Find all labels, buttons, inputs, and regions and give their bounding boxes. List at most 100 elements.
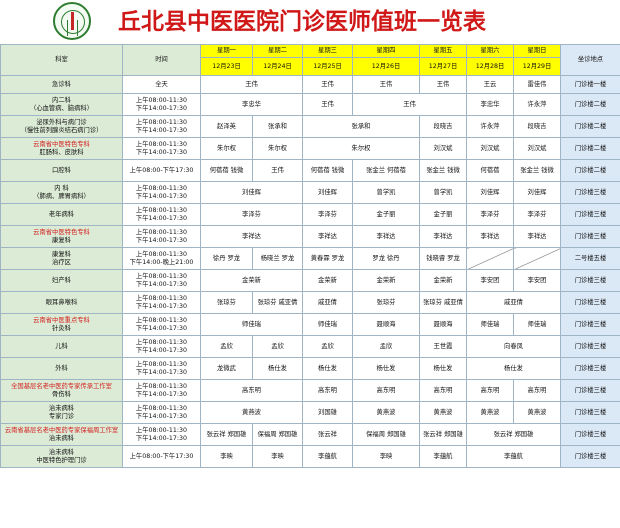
dept-line: 内 科: [54, 184, 69, 192]
dept-cell: 儿科: [0, 335, 123, 358]
location-cell: 门诊楼三楼: [560, 181, 620, 204]
doctor-cell: 何蓓蓓 钱微: [302, 159, 353, 182]
time-line: 下午14:00-17:30: [135, 346, 188, 354]
time-line: 下午14:00-17:30: [135, 302, 188, 310]
doctor-cell: 李泽芬: [200, 203, 303, 226]
doctor-cell: 黄燕波: [419, 401, 467, 424]
time-line: 下午14:00-17:30: [135, 148, 188, 156]
dept-line: 妇产科: [52, 276, 71, 284]
time-line: 上午08:00-11:30: [135, 140, 188, 148]
doctor-cell: 刘汉斌: [419, 137, 467, 160]
header-dept: 科室: [0, 44, 123, 76]
empty-slot: [466, 247, 514, 270]
doctor-cell: 刘佳辉: [513, 181, 561, 204]
dept-line: 急诊科: [52, 80, 71, 88]
time-line: 下午14:00-17:30: [135, 280, 188, 288]
dept-cell: 内 科（肺病、脾胃病科）: [0, 181, 123, 204]
dept-line: 泌尿外科与病门诊: [36, 118, 87, 126]
time-line: 上午08:00-11:30: [135, 316, 188, 324]
doctor-cell: 杨仕发: [252, 357, 303, 380]
time-cell: 上午08:00-11:30 下午14:00-17:30: [122, 313, 201, 336]
time-line: 上午08:00-11:30: [135, 360, 188, 368]
doctor-cell: 杨仕发: [466, 357, 561, 380]
dept-line: 治疗区: [52, 258, 71, 266]
doctor-cell: 张承和: [252, 115, 303, 138]
time-line: 上午08:00-11:30: [135, 294, 188, 302]
schedule-row: 治未病科 专家门诊 上午08:00-11:30 下午14:00-17:30 黄燕波 刘国雄…: [0, 401, 620, 424]
doctor-cell: 朱尔权: [200, 137, 253, 160]
dept-cell: 泌尿外科与病门诊 （慢性前列腺炎结石病门诊）: [0, 115, 123, 138]
doctor-cell: 王世霞: [419, 335, 467, 358]
time-line: 下午14:00-17:30: [135, 104, 188, 112]
time-line: 上午08:00-11:30: [135, 338, 188, 346]
location-cell: 门诊楼三楼: [560, 225, 620, 248]
page-title: 丘北县中医医院门诊医师值班一览表: [118, 8, 486, 35]
time-line: 上午08:00-11:30: [135, 382, 188, 390]
doctor-cell: 王伟: [352, 93, 467, 116]
time-cell: 上午08:00-11:30 下午14:00-17:30: [122, 335, 201, 358]
doctor-cell: 王伟: [252, 159, 303, 182]
schedule-row: 急诊科 全天 王伟 王伟 王伟 王伟 王云 雷佳伟 门诊楼一楼: [0, 75, 620, 94]
time-cell: 上午08:00-下午17:30: [122, 445, 201, 468]
schedule-row: 外科 上午08:00-11:30 下午14:00-17:30 龙微武 杨仕发 杨仕发 杨仕发…: [0, 357, 620, 380]
location-cell: 门诊楼三楼: [560, 313, 620, 336]
doctor-cell: 聂顺海: [352, 313, 420, 336]
time-cell: 上午08:00-11:30 下午14:00-17:30: [122, 137, 201, 160]
time-line: 上午08:00-11:30: [135, 404, 188, 412]
doctor-cell: 李祥达: [352, 225, 420, 248]
doctor-cell: 孟欣: [352, 335, 420, 358]
doctor-cell: 李安团: [513, 269, 561, 292]
dept-line: 云南省中医重点专科: [33, 316, 90, 324]
dept-line: 专家门诊: [48, 412, 75, 420]
dept-line: 骨伤科: [52, 390, 71, 398]
header-weekday: 星期日: [513, 44, 561, 58]
doctor-cell: 李泽芬: [302, 203, 353, 226]
time-line: 下午14:00-17:30: [135, 434, 188, 442]
doctor-cell: 张承和: [302, 115, 420, 138]
dept-line: 中医特色护理门诊: [36, 456, 87, 464]
dept-cell: 内二科 （心血管病、脑病科）: [0, 93, 123, 116]
time-line: 下午14:00-17:30: [135, 390, 188, 398]
doctor-cell: 黄燕波: [352, 401, 420, 424]
schedule-row: 治未病科 中医特色护理门诊 上午08:00-下午17:30 李映 李映 李蕴航 李映 李蕴航李…: [0, 445, 620, 468]
doctor-cell: 李泽芬: [513, 203, 561, 226]
empty-slot: [513, 247, 561, 270]
dept-cell: 云南省中医重点专科 针灸科: [0, 313, 123, 336]
doctor-cell: 金子丽: [419, 203, 467, 226]
header-weekday: 星期一: [200, 44, 253, 58]
dept-cell: 云南省中医特色专科 康复科: [0, 225, 123, 248]
doctor-cell: 高东明: [302, 379, 353, 402]
doctor-cell: 高东明: [466, 379, 514, 402]
header-time: 时间: [122, 44, 201, 76]
time-cell: 上午08:00-11:30 下午14:00-17:30: [122, 379, 201, 402]
doctor-cell: 李祥达: [419, 225, 467, 248]
time-line: 上午08:00-11:30: [135, 206, 188, 214]
doctor-cell: 黄燕波: [200, 401, 303, 424]
doctor-cell: 戚亚倩: [466, 291, 561, 314]
doctor-cell: 李映: [352, 445, 420, 468]
location-cell: 门诊楼三楼: [560, 401, 620, 424]
doctor-cell: 钱晓睿 罗龙: [419, 247, 467, 270]
doctor-cell: 聂顺海: [419, 313, 467, 336]
time-cell: 上午08:00-11:30 下午14:00-17:30: [122, 423, 201, 446]
time-cell: 上午08:00-11:30 下午14:00-17:30: [122, 269, 201, 292]
doctor-cell: 徐丹 罗龙: [200, 247, 253, 270]
header-date: 12月24日: [252, 57, 303, 76]
time-line: 下午14:00-17:30: [135, 192, 188, 200]
doctor-cell: 李祥达: [513, 225, 561, 248]
doctor-cell: 刘国雄: [302, 401, 353, 424]
header-date: 12月26日: [352, 57, 420, 76]
time-line: 下午14:00-17:30: [135, 368, 188, 376]
location-cell: 门诊楼三楼: [560, 379, 620, 402]
dept-line: 口腔科: [52, 166, 71, 174]
location-cell: 门诊楼三楼: [560, 203, 620, 226]
doctor-cell: 李祥达: [302, 225, 353, 248]
dept-cell: 治未病科 中医特色护理门诊: [0, 445, 123, 468]
location-cell: 二号楼五楼: [560, 247, 620, 270]
doctor-cell: 王伟: [419, 75, 467, 94]
time-line: 全天: [155, 80, 168, 88]
doctor-cell: 杨仕发: [302, 357, 353, 380]
schedule-row: 内 科（肺病、脾胃病科） 上午08:00-11:30 下午14:00-17:30 刘佳…: [0, 181, 620, 204]
dept-line: 治未病科: [48, 404, 75, 412]
doctor-cell: 黄燕波: [513, 401, 561, 424]
